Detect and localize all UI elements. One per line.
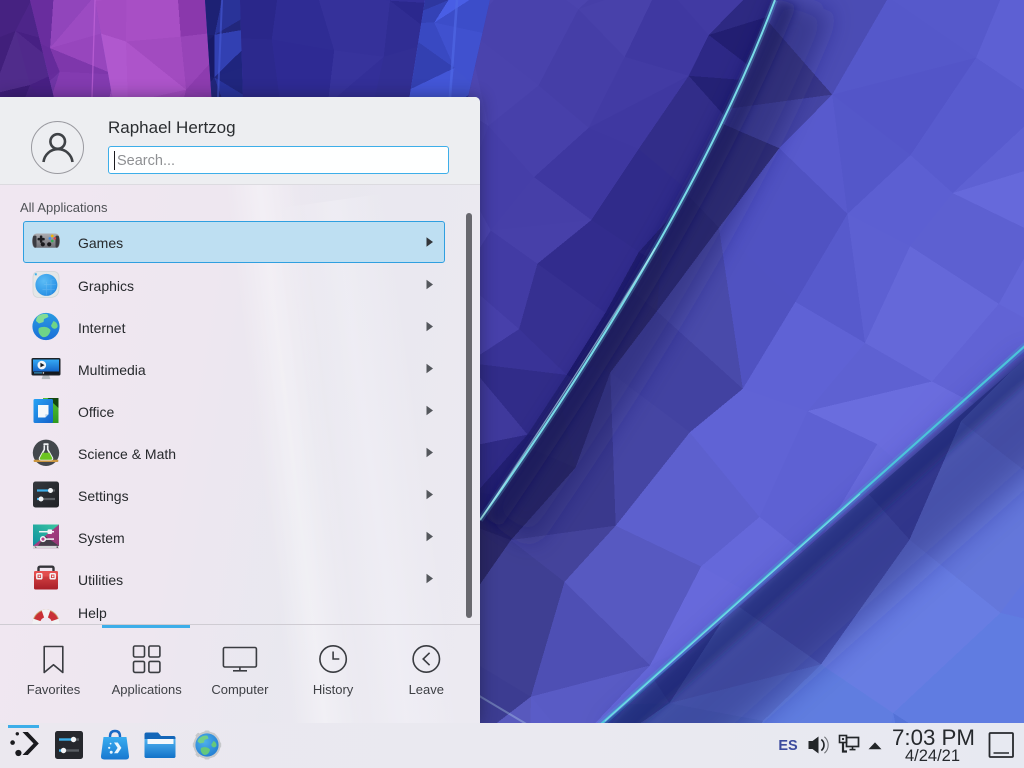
svg-text:4/24/21: 4/24/21 [905, 747, 960, 765]
svg-text:ES: ES [778, 738, 798, 754]
